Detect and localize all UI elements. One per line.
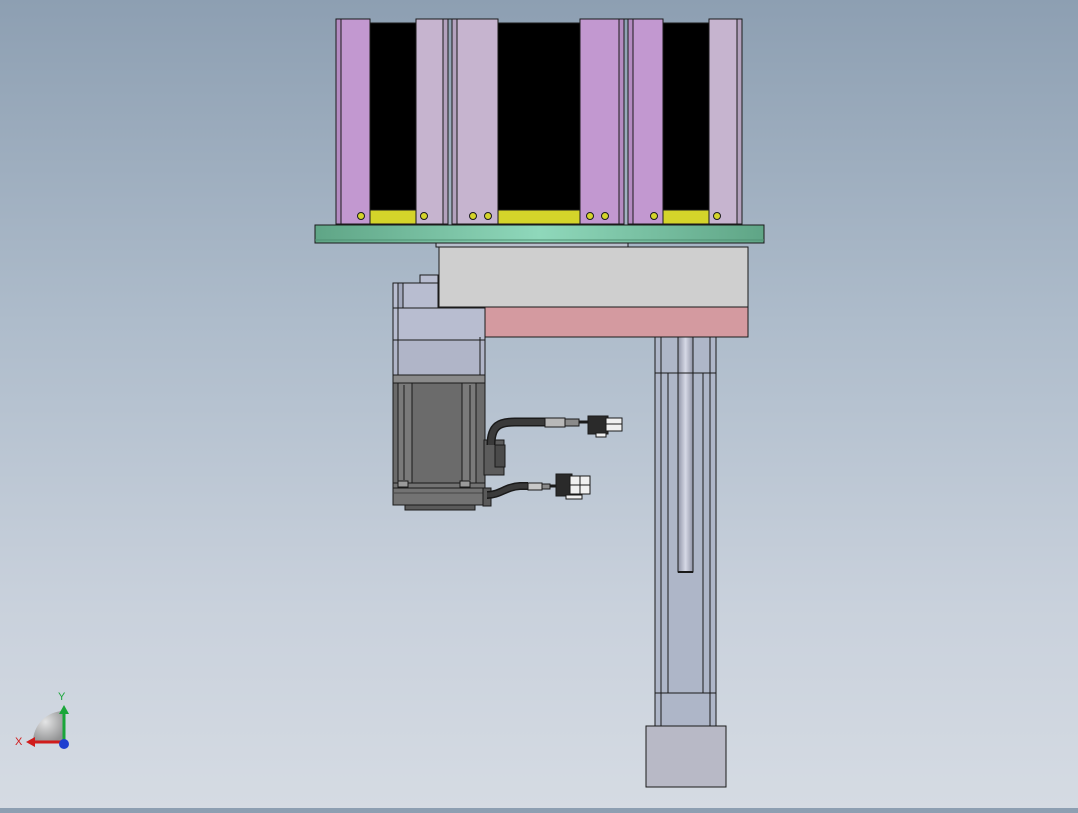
cad-model: X Y xyxy=(15,18,765,788)
motor-cable-connector[interactable] xyxy=(486,415,623,446)
encoder-cable-connector[interactable] xyxy=(486,473,591,500)
y-axis-label: Y xyxy=(58,691,66,703)
bracket-module-middle xyxy=(451,18,625,225)
mounting-plate[interactable] xyxy=(314,224,765,244)
top-bracket-assembly[interactable] xyxy=(335,18,743,225)
bracket-module-right xyxy=(627,18,743,225)
actuator-base[interactable] xyxy=(645,725,727,788)
axis-triad: X Y xyxy=(15,691,69,749)
x-axis-label: X xyxy=(15,736,23,748)
cad-viewport[interactable]: X Y xyxy=(0,0,1078,808)
vertical-actuator[interactable] xyxy=(654,336,717,727)
bracket-module-left xyxy=(335,18,449,225)
z-axis-dot xyxy=(59,739,69,749)
